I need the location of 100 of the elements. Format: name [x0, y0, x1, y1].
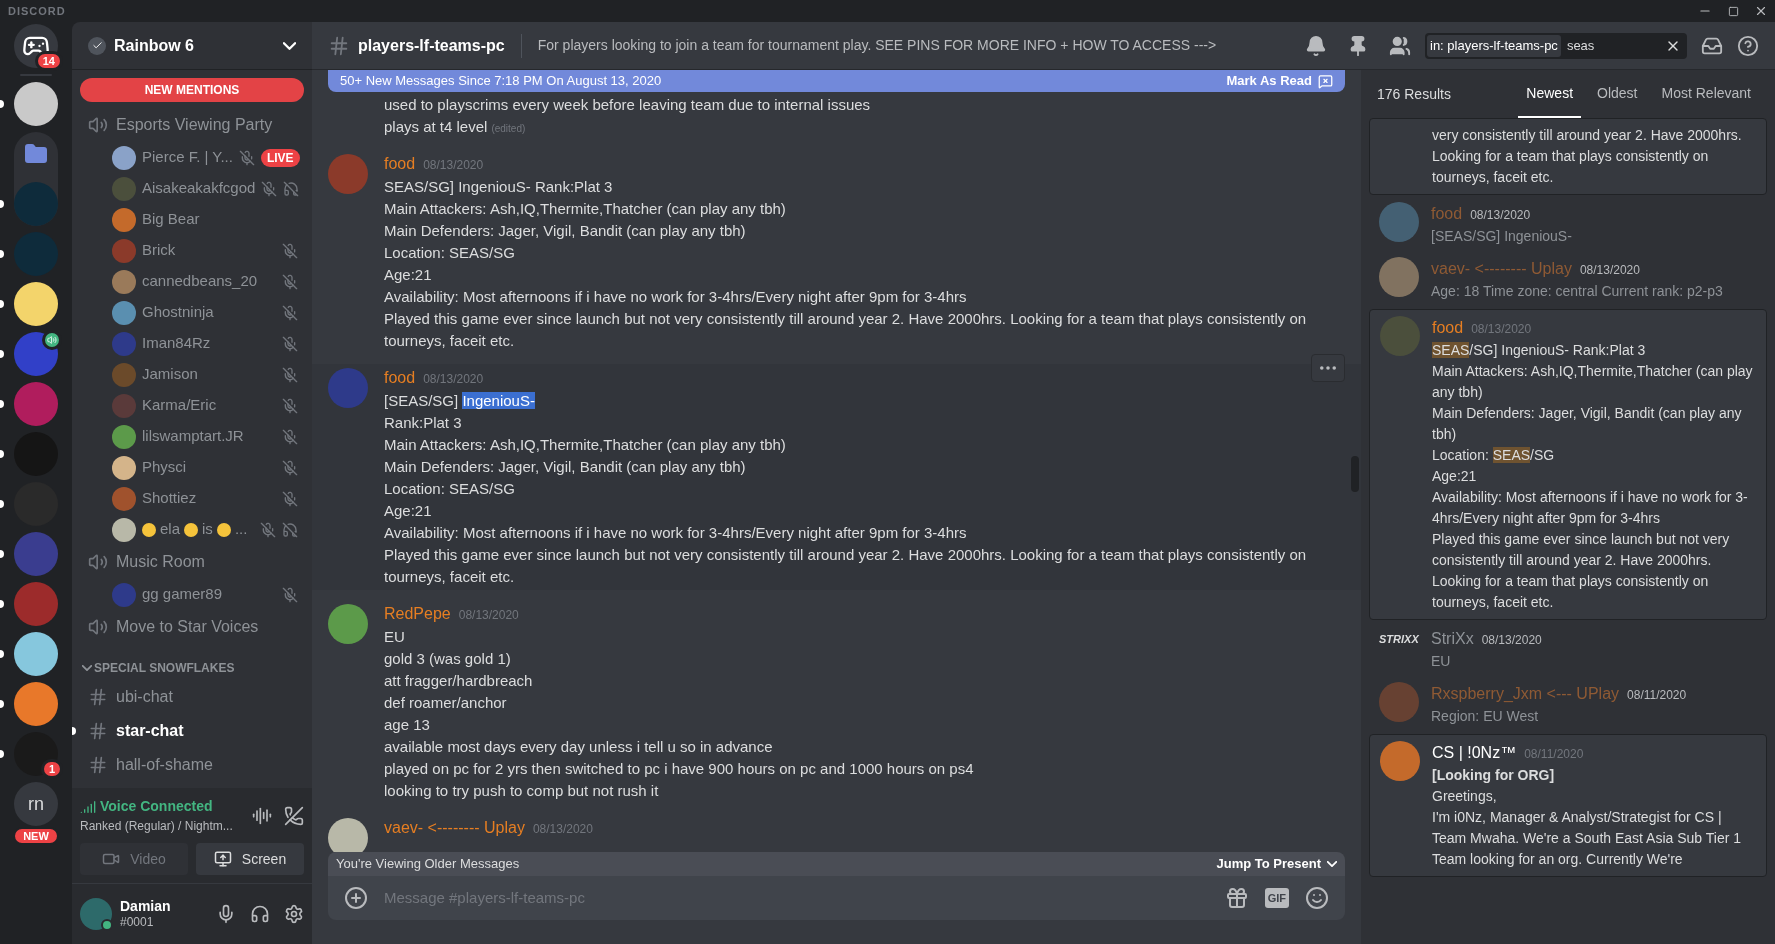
timestamp: 08/11/2020 — [1627, 687, 1687, 704]
more-button[interactable] — [1311, 354, 1345, 382]
member-name[interactable]: Physci — [142, 456, 276, 479]
search-result-card[interactable] — [1369, 309, 1767, 620]
user-avatar[interactable] — [328, 604, 368, 644]
voice-channel-name[interactable]: Ranked (Regular) / Nightm... — [80, 817, 252, 835]
disconnect-icon[interactable] — [284, 805, 304, 826]
search-result-card[interactable]: CS | !0Nz™ 08/11/2020 [Looking for ORG] Greetings, I'm i0Nz, Manager & Analyst/Strategist for CS | Team Mwaha. We're a South East Asia Sub Tier 1 Team looking for an org. Currently We're — [1369, 734, 1767, 877]
author-name[interactable]: StriXx — [1431, 627, 1474, 651]
member-name[interactable]: cannedbeans_20 — [142, 270, 276, 293]
search-result-card[interactable]: very consistently till around year 2. Have 2000hrs. Looking for a team that plays consistently on tourneys, faceit etc. — [1369, 118, 1767, 195]
category-header[interactable]: SPECIAL SNOWFLAKES — [80, 656, 304, 680]
screen-button[interactable]: Screen — [196, 843, 304, 875]
server-icon[interactable] — [14, 682, 58, 726]
mark-as-read-button[interactable]: Mark As Read — [1226, 71, 1333, 91]
timestamp: 08/13/2020 — [1481, 632, 1542, 649]
server-icon[interactable] — [14, 282, 58, 326]
message-text: [SEAS/SG] — [384, 392, 460, 409]
author-name[interactable]: vaev- <-------- Uplay — [1431, 257, 1572, 281]
user-avatar — [112, 238, 136, 263]
user-avatar — [112, 582, 136, 607]
headphones-icon[interactable] — [250, 904, 270, 924]
timestamp: 08/13/2020 — [1579, 262, 1640, 279]
author-name[interactable]: food — [1431, 202, 1463, 226]
microphone-icon[interactable] — [216, 904, 236, 924]
new-messages-bar[interactable]: 50+ New Messages Since 7:18 PM On August 13, 2020 Mark As Read — [328, 70, 1345, 92]
message-text: Played this game ever since launch but not very consistently till around year 2. Have 2000hrs. Looking for a team that plays consistently on tourneys, faceit etc. — [1432, 530, 1731, 612]
author-name[interactable]: Rxspberry_Jxm <--- UPlay — [1431, 682, 1620, 706]
message-text: used to playscrims every week before leaving team due to internal issues — [384, 95, 872, 115]
author-name[interactable]: food — [384, 366, 416, 390]
server-initials[interactable]: rn — [14, 782, 58, 826]
timestamp: 08/13/2020 — [1470, 207, 1531, 224]
message-text: age 13 — [384, 715, 431, 735]
server-icon[interactable] — [14, 82, 58, 126]
author-name[interactable]: food — [384, 152, 416, 176]
member-name[interactable]: Pierce F. | Y... — [142, 146, 233, 169]
text-channel[interactable]: hall-of-shame — [80, 748, 304, 782]
message-text: Age:21 — [384, 265, 433, 285]
gift-icon[interactable] — [1224, 886, 1249, 910]
author-name[interactable]: food — [1432, 316, 1464, 340]
member-name[interactable]: Jamison — [142, 363, 276, 386]
member-name[interactable]: Karma/Eric — [142, 394, 276, 417]
edited-label: (edited) — [491, 122, 526, 136]
emoji-icon — [216, 522, 231, 537]
member-name: is — [202, 519, 213, 540]
member-name[interactable]: gg gamer89 — [142, 583, 276, 606]
voice-channel[interactable]: Music Room — [80, 545, 304, 579]
server-icon[interactable] — [14, 332, 58, 376]
sort-tab[interactable]: Oldest — [1589, 70, 1646, 118]
user-avatar[interactable] — [80, 898, 112, 930]
emoji-icon — [184, 522, 199, 537]
server-icon[interactable] — [14, 732, 58, 776]
voice-channel[interactable]: Esports Viewing Party — [80, 108, 304, 142]
help-icon[interactable] — [1737, 34, 1759, 57]
message-text: Rank:Plat 3 — [384, 413, 463, 433]
message-text: gold 3 (was gold 1) — [384, 649, 512, 669]
user-avatar — [112, 517, 136, 542]
message-text: Availability: Most afternoons if i have no work for 3-4hrs/Every night after 9pm for 3-4hrs — [384, 523, 968, 543]
search-input[interactable]: seas — [1566, 35, 1659, 56]
author-name[interactable]: CS | !0Nz™ — [1432, 741, 1517, 765]
member-name: ela — [160, 519, 181, 540]
emoji-icon[interactable] — [1305, 886, 1329, 910]
server-icon[interactable] — [14, 632, 58, 676]
member-name[interactable]: Aisakeakakfcgod — [142, 177, 256, 200]
member-name[interactable]: Iman84Rz — [142, 332, 276, 355]
settings-icon[interactable] — [284, 904, 304, 924]
jump-to-present-button[interactable]: Jump To Present — [1216, 854, 1337, 874]
member-name[interactable]: Big Bear — [142, 208, 298, 231]
author-name[interactable]: vaev- <-------- Uplay — [384, 816, 525, 840]
user-avatar[interactable] — [1380, 741, 1420, 781]
timestamp: 08/11/2020 — [1524, 746, 1584, 763]
voice-channel[interactable]: Move to Star Voices — [80, 610, 304, 644]
user-avatar — [112, 176, 136, 201]
bell-icon[interactable] — [1305, 34, 1327, 57]
user-avatar[interactable] — [1379, 257, 1419, 297]
members-icon[interactable] — [1389, 34, 1411, 57]
new-mentions-pill[interactable]: NEW MENTIONS — [80, 78, 304, 102]
member-name[interactable]: Brick — [142, 239, 276, 262]
member-name[interactable]: lilswamptart.JR — [142, 425, 276, 448]
text-channel[interactable]: ubi-chat — [80, 680, 304, 714]
message-text: /SG] IngeniouS- Rank:Plat 3 — [1469, 342, 1646, 358]
text-channel[interactable]: star-chat — [80, 714, 304, 748]
message-text: Age:21 — [1432, 467, 1478, 486]
user-avatar — [112, 486, 136, 511]
search-field[interactable]: in: players-lf-teams-pc seas — [1425, 32, 1687, 59]
sort-tab[interactable]: Most Relevant — [1653, 70, 1759, 118]
waveform-icon[interactable] — [252, 805, 272, 826]
member-name[interactable]: Ghostninja — [142, 301, 276, 324]
add-icon[interactable] — [344, 886, 368, 910]
member-name[interactable]: Shottiez — [142, 487, 276, 510]
gif-button[interactable]: GIF — [1264, 888, 1289, 908]
author-name[interactable]: RedPepe — [384, 602, 451, 626]
notification-badge: 1 — [40, 759, 63, 779]
user-avatar[interactable] — [328, 818, 368, 852]
speaker-icon — [88, 115, 108, 135]
message-text: Main Defenders: Jager, Vigil, Bandit (can play any tbh) — [384, 457, 747, 477]
message-text: available most days every day unless i tell u so in advance — [384, 737, 774, 757]
server-header[interactable]: Rainbow 6 — [72, 22, 312, 70]
search-filter-chip[interactable]: in: players-lf-teams-pc — [1427, 34, 1561, 57]
hash-icon — [328, 34, 350, 57]
